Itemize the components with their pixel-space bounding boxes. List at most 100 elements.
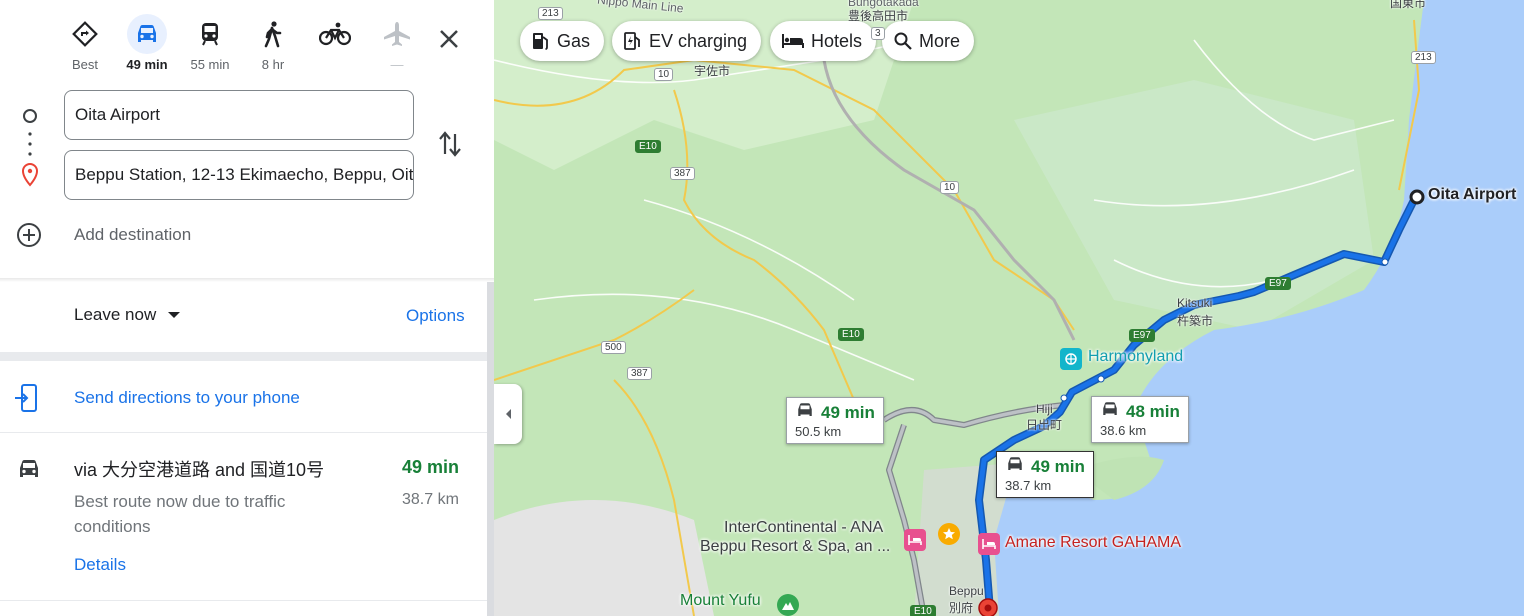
poi-label[interactable]: Amane Resort GAHAMA	[1005, 534, 1181, 552]
road-shield: E97	[1129, 329, 1155, 342]
mode-best[interactable]: Best	[55, 14, 115, 73]
send-to-phone-icon	[15, 384, 37, 412]
bicycle-icon	[315, 14, 355, 54]
route-via: via 大分空港道路 and 国道10号	[74, 460, 325, 480]
callout-time: 49 min	[821, 402, 875, 422]
route-callout-alt-2[interactable]: 48 min 38.6 km	[1091, 396, 1189, 443]
place-label: Kitsuki	[1177, 296, 1213, 310]
mode-label: Best	[71, 57, 98, 72]
ev-charging-icon	[624, 31, 642, 51]
chip-more[interactable]: More	[882, 21, 975, 61]
mode-cycling[interactable]	[305, 14, 365, 73]
poi-label[interactable]: Harmonyland	[1088, 348, 1183, 366]
chip-label: Gas	[557, 30, 591, 51]
road-shield: E97	[1265, 277, 1291, 290]
leave-now-label: Leave now	[74, 305, 157, 324]
route-time: 49 min	[402, 457, 460, 477]
walk-icon	[253, 14, 293, 54]
mode-label: 8 hr	[261, 57, 285, 72]
hotel-marker-icon[interactable]	[978, 533, 1000, 555]
mode-label	[305, 57, 365, 73]
swap-origin-destination-button[interactable]	[436, 128, 464, 160]
callout-distance: 50.5 km	[795, 424, 842, 439]
directions-diamond-icon	[65, 14, 105, 54]
close-directions-button[interactable]	[434, 24, 464, 54]
transit-icon	[190, 14, 230, 54]
road-shield: 10	[654, 68, 674, 81]
route-option[interactable]: via 大分空港道路 and 国道10号 49 min 38.7 km Best…	[0, 433, 487, 601]
mode-walking[interactable]: 8 hr	[243, 14, 303, 73]
collapse-panel-button[interactable]	[494, 384, 522, 444]
route-callout-alt-1[interactable]: 49 min 50.5 km	[786, 397, 884, 444]
poi-label[interactable]: Mount Yufu	[680, 592, 761, 610]
road-shield: 387	[627, 367, 652, 380]
hotel-icon	[782, 33, 804, 49]
panel-scrollbar[interactable]	[487, 282, 494, 616]
mountain-marker-icon[interactable]	[777, 594, 799, 616]
amusement-park-icon[interactable]	[1060, 348, 1082, 370]
close-icon	[440, 30, 458, 48]
divider	[0, 278, 494, 282]
place-label: Hiji	[1036, 402, 1053, 416]
section-divider	[0, 352, 487, 361]
destination-input[interactable]: Beppu Station, 12-13 Ekimaecho, Beppu, O…	[64, 150, 414, 200]
mode-label: 49 min	[126, 57, 168, 72]
road-shield: 387	[670, 167, 695, 180]
chevron-down-icon	[168, 312, 181, 318]
route-description: Best route now due to traffic conditions	[74, 492, 286, 536]
hotel-marker-icon[interactable]	[904, 529, 926, 551]
route-details-button[interactable]: Details	[74, 555, 126, 575]
send-directions-label: Send directions to your phone	[74, 388, 300, 407]
mode-label: —	[390, 57, 404, 72]
travel-mode-bar: Best 49 min 55 min 8 hr —	[0, 14, 494, 78]
route-dots-icon	[21, 109, 39, 187]
chip-hotels[interactable]: Hotels	[770, 21, 877, 61]
place-label: 豊後高田市	[848, 9, 909, 23]
mode-label: 55 min	[190, 57, 230, 72]
poi-label[interactable]: InterContinental - ANA	[724, 519, 883, 537]
place-label: 宇佐市	[694, 64, 731, 78]
origin-input[interactable]: Oita Airport	[64, 90, 414, 140]
add-destination-button[interactable]: Add destination	[16, 222, 191, 248]
road-shield: E10	[910, 605, 936, 616]
search-icon	[894, 32, 912, 50]
map-canvas[interactable]: Gas EV charging Hotels More Nippo Main L…	[494, 0, 1524, 616]
swap-icon	[439, 131, 461, 157]
route-distance: 38.7 km	[402, 491, 459, 508]
car-icon	[1005, 455, 1025, 478]
chevron-left-icon	[505, 409, 511, 419]
origin-map-label[interactable]: Oita Airport	[1428, 186, 1516, 204]
leave-now-dropdown[interactable]: Leave now	[74, 305, 181, 325]
road-shield: 3	[871, 27, 885, 40]
car-icon	[127, 14, 167, 54]
chip-label: Hotels	[811, 30, 863, 51]
chip-ev-charging[interactable]: EV charging	[612, 21, 762, 61]
place-label: 杵築市	[1177, 314, 1214, 328]
options-button[interactable]: Options	[406, 306, 465, 326]
mode-transit[interactable]: 55 min	[180, 14, 240, 73]
road-shield: E10	[635, 140, 661, 153]
car-icon	[795, 401, 815, 424]
chip-label: More	[919, 30, 961, 51]
origin-value: Oita Airport	[75, 105, 161, 124]
chip-gas[interactable]: Gas	[520, 21, 605, 61]
add-circle-icon	[17, 223, 41, 247]
place-label: 国東市	[1390, 0, 1427, 10]
road-shield: E10	[838, 328, 864, 341]
callout-distance: 38.6 km	[1100, 423, 1147, 438]
callout-distance: 38.7 km	[1005, 478, 1052, 493]
directions-panel: Best 49 min 55 min 8 hr — Oita Airport B…	[0, 0, 494, 616]
poi-label[interactable]: Beppu Resort & Spa, an ...	[700, 538, 890, 556]
airplane-icon	[377, 14, 417, 54]
star-marker-icon[interactable]	[938, 523, 960, 545]
car-icon	[1100, 400, 1120, 423]
route-callout-selected[interactable]: 49 min 38.7 km	[996, 451, 1094, 498]
place-label: 別府	[949, 601, 974, 615]
callout-time: 49 min	[1031, 456, 1085, 476]
mode-driving[interactable]: 49 min	[117, 14, 177, 73]
divider	[0, 600, 487, 601]
mode-flights[interactable]: —	[367, 14, 427, 73]
place-label: Beppu	[949, 584, 984, 598]
road-shield: 500	[601, 341, 626, 354]
send-directions-button[interactable]: Send directions to your phone	[14, 383, 300, 413]
